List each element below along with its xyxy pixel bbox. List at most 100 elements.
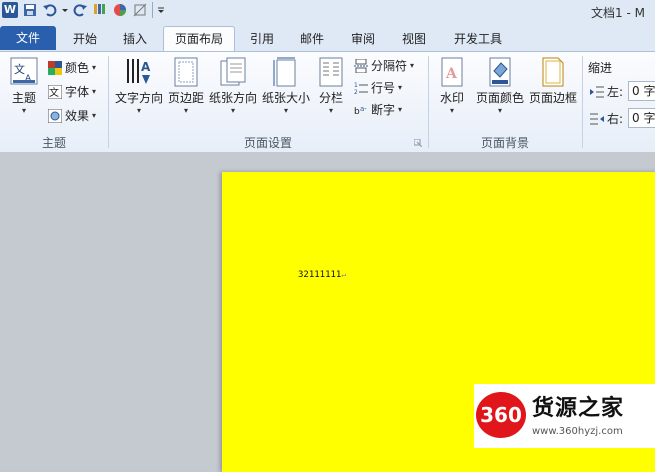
tab-file[interactable]: 文件 [0,26,56,50]
orientation-label: 纸张方向 [208,91,257,105]
page-setup-dialog-launcher-icon[interactable] [413,136,423,148]
document-body-text[interactable]: 32111111↵ [298,270,346,280]
text-direction-label: 文字方向 [114,91,163,105]
indent-left-label: 左: [607,85,624,99]
paragraph-mark-icon: ↵ [341,270,347,279]
page-borders-label: 页面边框 [528,91,577,105]
watermark-button[interactable]: A 水印 ▾ [434,54,470,116]
columns-label: 分栏 [318,91,343,105]
indent-right-icon [590,112,604,126]
tab-insert[interactable]: 插入 [112,28,158,50]
dropdown-arrow-icon: ▾ [449,106,454,115]
margins-button[interactable]: 页边距 ▾ [166,54,206,116]
effects-button[interactable]: 效果 ▾ [47,107,97,124]
tab-references[interactable]: 引用 [240,28,284,50]
ribbon-panel: 文A 主题 ▾ 颜色 ▾ 文 字体 ▾ 效果 ▾ 主题 A 文字方向 ▾ 页边距… [0,51,655,153]
undo-icon[interactable] [42,2,58,18]
watermark-icon: A [438,57,466,87]
dropdown-arrow-icon: ▾ [398,104,403,114]
orientation-button[interactable]: 纸张方向 ▾ [207,54,259,116]
dropdown-arrow-icon: ▾ [92,110,97,120]
dropdown-arrow-icon: ▾ [283,106,288,115]
group-divider [582,56,583,148]
tab-developer[interactable]: 开发工具 [444,28,512,50]
customize-toolbar-icon[interactable] [157,2,165,18]
hyphenation-label: 断字 [371,103,396,117]
page-color-button[interactable]: 页面颜色 ▾ [474,54,526,116]
watermark-label: 水印 [439,91,464,105]
tab-home[interactable]: 开始 [62,28,108,50]
svg-text:a-: a- [360,105,367,113]
tab-page-layout[interactable]: 页面布局 [163,26,235,51]
dropdown-arrow-icon: ▾ [92,86,97,96]
svg-text:A: A [141,60,151,74]
fonts-label: 字体 [65,85,90,99]
tab-review[interactable]: 审阅 [340,28,386,50]
themes-button[interactable]: 文A 主题 ▾ [4,54,44,116]
indent-right-label-wrap: 右: [590,110,623,127]
dropdown-arrow-icon: ▾ [230,106,235,115]
ribbon-tabs: 文件 开始 插入 页面布局 引用 邮件 审阅 视图 开发工具 [0,24,655,51]
themes-group-label: 主题 [41,136,66,150]
color-wheel-icon[interactable] [112,2,128,18]
dropdown-arrow-icon: ▾ [92,62,97,72]
text-direction-icon: A [125,57,153,87]
breaks-button[interactable]: 分隔符 ▾ [354,57,414,74]
indent-left-icon [590,85,604,99]
svg-text:文: 文 [14,62,25,76]
site-watermark: 360 货源之家 www.360hyzj.com [474,384,655,448]
indent-heading: 缩进 [588,61,613,75]
size-label: 纸张大小 [261,91,310,105]
text-direction-button[interactable]: A 文字方向 ▾ [113,54,165,116]
toolbar-separator [152,2,153,18]
orientation-icon [219,57,247,87]
page-size-icon [272,57,300,87]
indent-right-input[interactable]: 0 字 [628,108,655,128]
hyphenation-button[interactable]: b a- 断字 ▾ [354,101,402,118]
page-borders-button[interactable]: 页面边框 [527,54,579,106]
watermark-url: www.360hyzj.com [532,426,623,437]
indent-right-label: 右: [607,112,624,126]
hyphenation-icon: b a- [354,103,368,117]
indent-left-input[interactable]: 0 字 [628,81,655,101]
page-color-icon [486,57,514,87]
line-numbers-label: 行号 [371,81,396,95]
colors-button[interactable]: 颜色 ▾ [48,59,96,76]
svg-text:2: 2 [354,89,358,95]
page-color-label: 页面颜色 [475,91,524,105]
tab-mailings[interactable]: 邮件 [290,28,334,50]
redo-icon[interactable] [72,2,88,18]
margins-label: 页边距 [167,91,204,105]
watermark-name: 货源之家 [532,396,625,421]
dropdown-arrow-icon: ▾ [398,82,403,92]
tab-view[interactable]: 视图 [392,28,436,50]
themes-label: 主题 [11,91,36,105]
effects-label: 效果 [65,109,90,123]
document-text[interactable]: 32111111 [298,270,341,280]
themes-icon: 文A [10,57,38,87]
title-bar: W 文档1 - M [0,0,655,25]
format-painter-icon[interactable] [92,2,108,18]
quick-access-toolbar: W [2,2,165,18]
svg-text:1: 1 [354,82,358,89]
indent-left-label-wrap: 左: [590,83,623,100]
svg-text:A: A [445,66,458,82]
save-icon[interactable] [22,2,38,18]
dropdown-arrow-icon: ▾ [21,106,26,115]
undo-dropdown-icon[interactable] [62,2,68,18]
columns-button[interactable]: 分栏 ▾ [314,54,348,116]
line-numbers-button[interactable]: 12 行号 ▾ [354,79,402,96]
dropdown-arrow-icon: ▾ [410,60,415,70]
fonts-button[interactable]: 文 字体 ▾ [47,83,97,100]
size-button[interactable]: 纸张大小 ▾ [260,54,312,116]
page-background-group-label: 页面背景 [480,136,529,150]
word-app-icon[interactable]: W [2,2,18,18]
colors-label: 颜色 [65,61,90,75]
breaks-label: 分隔符 [371,59,408,73]
window-title: 文档1 - M [591,6,645,20]
colors-icon [48,60,62,75]
dropdown-arrow-icon: ▾ [136,106,141,115]
fonts-icon: 文 [47,84,63,99]
clear-format-icon[interactable] [132,2,148,18]
dropdown-arrow-icon: ▾ [497,106,502,115]
